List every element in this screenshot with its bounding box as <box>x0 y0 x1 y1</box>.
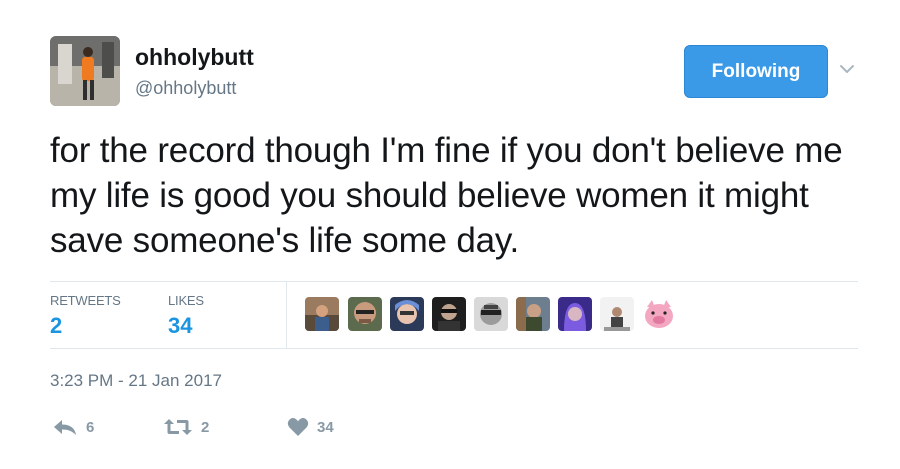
tweet-text: for the record though I'm fine if you do… <box>50 131 843 260</box>
like-action[interactable]: 34 <box>287 414 334 440</box>
reply-count: 6 <box>86 418 95 436</box>
tweet-timestamp[interactable]: 3:23 PM - 21 Jan 2017 <box>50 371 222 391</box>
chevron-down-icon[interactable] <box>838 62 856 76</box>
liker-avatar[interactable] <box>305 297 339 331</box>
liker-avatar[interactable] <box>558 297 592 331</box>
display-name[interactable]: ohholybutt <box>135 44 254 71</box>
likes-label: LIKES <box>168 293 204 308</box>
retweets-count[interactable]: 2 <box>50 313 62 339</box>
user-handle[interactable]: @ohholybutt <box>135 78 236 99</box>
liker-avatar[interactable] <box>516 297 550 331</box>
like-count: 34 <box>317 418 334 436</box>
stats-divider-vertical <box>286 281 287 348</box>
reply-icon <box>54 420 76 435</box>
liker-avatar[interactable] <box>390 297 424 331</box>
liker-avatar[interactable] <box>474 297 508 331</box>
retweets-label: RETWEETS <box>50 293 121 308</box>
stats-divider-top <box>50 281 858 282</box>
reply-action[interactable]: 6 <box>52 414 94 440</box>
following-button[interactable]: Following <box>684 45 828 98</box>
retweet-action[interactable]: 2 <box>163 414 209 440</box>
tweet-card: ohholybutt @ohholybutt Following for the… <box>0 0 900 469</box>
heart-icon <box>287 418 309 436</box>
retweet-icon <box>164 419 192 435</box>
avatar[interactable] <box>50 36 120 106</box>
liker-avatar[interactable] <box>600 297 634 331</box>
retweet-count: 2 <box>201 418 210 436</box>
liker-avatar[interactable] <box>348 297 382 331</box>
liker-avatar[interactable] <box>642 297 676 331</box>
stats-divider-bottom <box>50 348 858 349</box>
likes-count[interactable]: 34 <box>168 313 192 339</box>
liker-avatar[interactable] <box>432 297 466 331</box>
